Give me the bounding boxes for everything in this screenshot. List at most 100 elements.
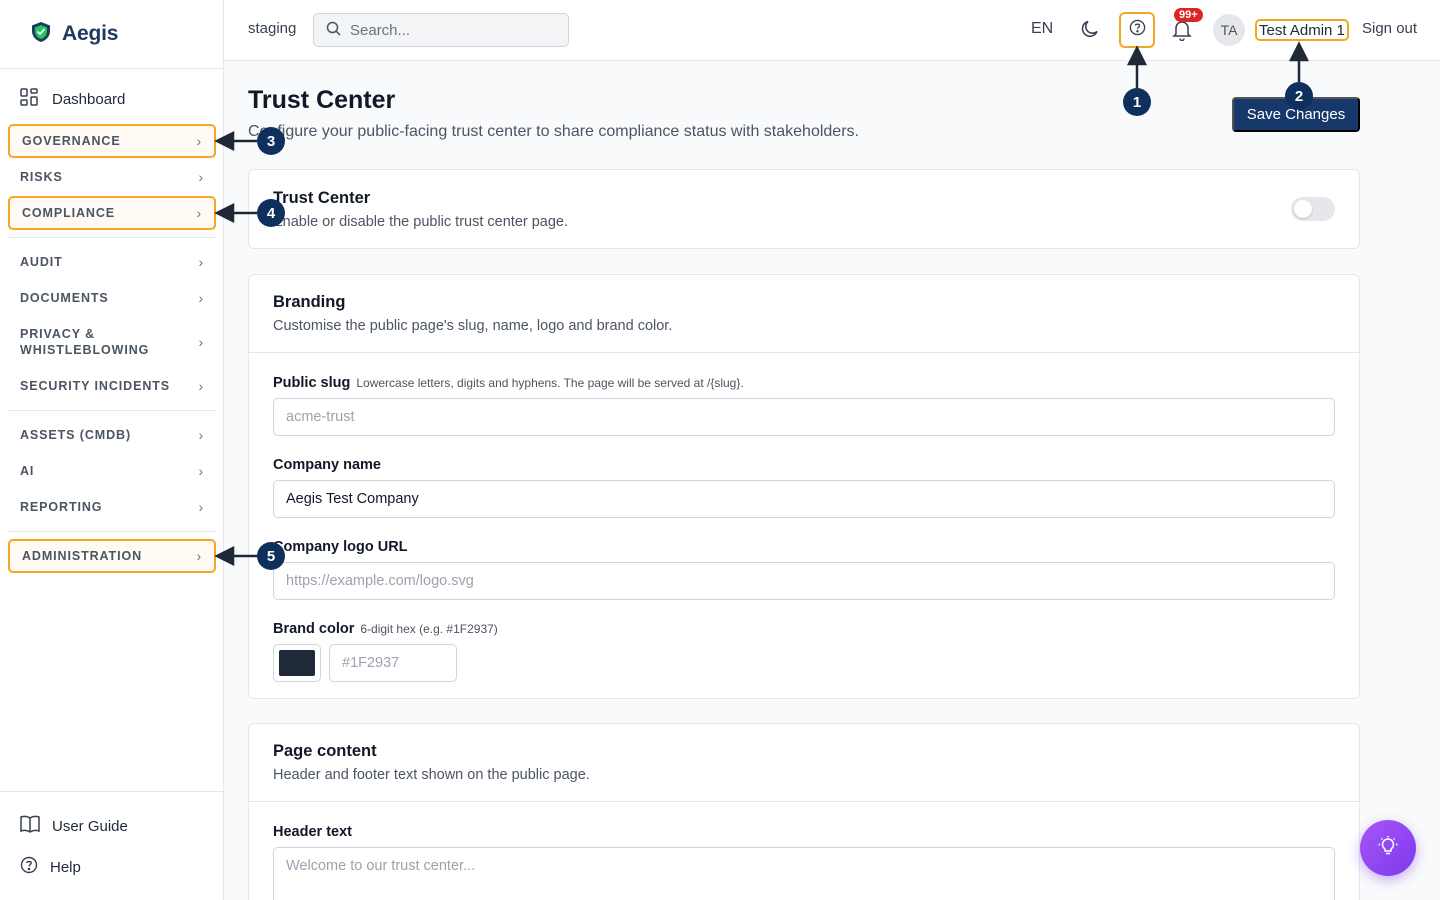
annotation-marker-5: 5 <box>257 542 285 570</box>
page-subtitle: Configure your public-facing trust cente… <box>248 123 859 140</box>
sidebar-divider <box>8 410 216 411</box>
page-title: Trust Center <box>248 86 396 114</box>
shield-logo-icon <box>30 21 52 48</box>
brand-color-hex-input[interactable]: #1F2937 <box>329 644 457 682</box>
chevron-right-icon: › <box>198 254 204 270</box>
chevron-right-icon: › <box>198 499 204 515</box>
company-name-label: Company name <box>273 457 381 473</box>
branding-card: Branding Customise the public page's slu… <box>248 274 1360 699</box>
header-text-label: Header text <box>273 824 352 840</box>
slug-label: Public slug Lowercase letters, digits and… <box>273 375 744 391</box>
sidebar-item-label: Dashboard <box>52 90 126 108</box>
annotation-marker-3: 3 <box>257 127 285 155</box>
sign-out-button[interactable]: Sign out <box>1362 20 1417 37</box>
help-label: Help <box>50 858 81 876</box>
company-logo-url-input[interactable]: https://example.com/logo.svg <box>273 562 1335 600</box>
chevron-right-icon: › <box>196 205 202 221</box>
sidebar-item-reporting[interactable]: REPORTING › <box>8 496 216 518</box>
page-content-card: Page content Header and footer text show… <box>248 723 1360 900</box>
environment-label: staging <box>248 20 297 37</box>
sidebar-item-compliance[interactable]: COMPLIANCE › <box>8 196 216 230</box>
sidebar-item-ai[interactable]: AI › <box>8 460 216 482</box>
card-description: Customise the public page's slug, name, … <box>273 318 673 334</box>
sidebar-item-label: PRIVACY & WHISTLEBLOWING <box>20 326 149 358</box>
sidebar-item-label: SECURITY INCIDENTS <box>20 379 171 393</box>
annotation-marker-1: 1 <box>1123 88 1151 116</box>
annotation-marker-2: 2 <box>1285 82 1313 110</box>
sidebar: Aegis Dashboard GOVERNANCE › RISKS › COM… <box>0 0 224 900</box>
company-name-input[interactable]: Aegis Test Company <box>273 480 1335 518</box>
header-text-textarea[interactable]: Welcome to our trust center... <box>273 847 1335 900</box>
sidebar-item-label: COMPLIANCE <box>22 206 116 220</box>
sidebar-item-label: AUDIT <box>20 255 63 269</box>
sidebar-item-dashboard[interactable]: Dashboard <box>20 88 125 110</box>
card-title: Branding <box>273 293 346 311</box>
sidebar-item-assets[interactable]: ASSETS (CMDB) › <box>8 424 216 446</box>
chevron-right-icon: › <box>196 548 202 564</box>
chevron-right-icon: › <box>198 334 204 350</box>
trust-center-toggle-card: Trust Center Enable or disable the publi… <box>248 169 1360 249</box>
bell-icon[interactable] <box>1172 19 1192 46</box>
chevron-right-icon: › <box>196 133 202 149</box>
sidebar-item-privacy-whistleblowing[interactable]: PRIVACY & WHISTLEBLOWING › <box>8 325 216 359</box>
help-circle-icon <box>1129 19 1146 41</box>
sidebar-item-label-line2: WHISTLEBLOWING <box>20 343 150 357</box>
user-name[interactable]: Test Admin 1 <box>1255 19 1349 41</box>
chevron-right-icon: › <box>198 169 204 185</box>
user-guide-link[interactable]: User Guide <box>20 815 128 837</box>
brand-color-picker[interactable] <box>273 644 321 682</box>
annotation-marker-4: 4 <box>257 199 285 227</box>
slug-label-text: Public slug <box>273 375 351 391</box>
trust-center-toggle[interactable] <box>1291 197 1335 221</box>
assistant-fab-button[interactable] <box>1360 820 1416 876</box>
sidebar-item-label: AI <box>20 464 35 478</box>
sidebar-item-label-line1: PRIVACY & <box>20 327 96 341</box>
card-description: Enable or disable the public trust cente… <box>273 214 569 230</box>
card-header: Branding Customise the public page's slu… <box>249 275 1359 353</box>
dashboard-grid-icon <box>20 88 38 110</box>
help-button[interactable] <box>1119 12 1155 48</box>
language-switcher[interactable]: EN <box>1031 20 1053 38</box>
sidebar-item-documents[interactable]: DOCUMENTS › <box>8 287 216 309</box>
search-placeholder: Search... <box>350 21 411 39</box>
card-description: Header and footer text shown on the publ… <box>273 767 590 783</box>
sidebar-item-label: ADMINISTRATION <box>22 549 142 563</box>
logo-area[interactable]: Aegis <box>0 0 223 69</box>
toggle-knob <box>1294 200 1312 218</box>
sidebar-item-label: GOVERNANCE <box>22 134 121 148</box>
chevron-right-icon: › <box>198 463 204 479</box>
search-input[interactable]: Search... <box>313 13 569 47</box>
sidebar-item-label: DOCUMENTS <box>20 291 109 305</box>
chevron-right-icon: › <box>198 427 204 443</box>
app-name: Aegis <box>62 22 119 45</box>
lightbulb-icon <box>1377 835 1399 862</box>
help-link[interactable]: Help <box>20 856 81 878</box>
sidebar-item-governance[interactable]: GOVERNANCE › <box>8 124 216 158</box>
sidebar-item-label: REPORTING <box>20 500 103 514</box>
moon-icon[interactable] <box>1080 19 1100 44</box>
card-title: Page content <box>273 742 377 760</box>
company-logo-label: Company logo URL <box>273 539 408 555</box>
sidebar-bottom-divider <box>0 791 223 792</box>
sidebar-item-label: RISKS <box>20 170 63 184</box>
user-guide-label: User Guide <box>52 817 128 835</box>
book-icon <box>20 815 40 837</box>
card-header: Page content Header and footer text show… <box>249 724 1359 802</box>
sidebar-item-security-incidents[interactable]: SECURITY INCIDENTS › <box>8 375 216 397</box>
help-circle-icon <box>20 856 38 878</box>
sidebar-item-audit[interactable]: AUDIT › <box>8 251 216 273</box>
brand-color-swatch <box>279 650 315 676</box>
sidebar-divider <box>8 237 216 238</box>
brand-color-hint: 6-digit hex (e.g. #1F2937) <box>360 622 498 636</box>
sidebar-item-risks[interactable]: RISKS › <box>8 166 216 188</box>
top-bar: staging Search... EN 99+ TA Test Admin 1… <box>224 0 1440 61</box>
avatar[interactable]: TA <box>1213 14 1245 46</box>
card-title: Trust Center <box>273 189 371 207</box>
sidebar-item-administration[interactable]: ADMINISTRATION › <box>8 539 216 573</box>
slug-hint: Lowercase letters, digits and hyphens. T… <box>356 376 744 390</box>
brand-color-label: Brand color 6-digit hex (e.g. #1F2937) <box>273 621 498 637</box>
chevron-right-icon: › <box>198 378 204 394</box>
public-slug-input[interactable]: acme-trust <box>273 398 1335 436</box>
notification-badge: 99+ <box>1174 8 1203 22</box>
chevron-right-icon: › <box>198 290 204 306</box>
